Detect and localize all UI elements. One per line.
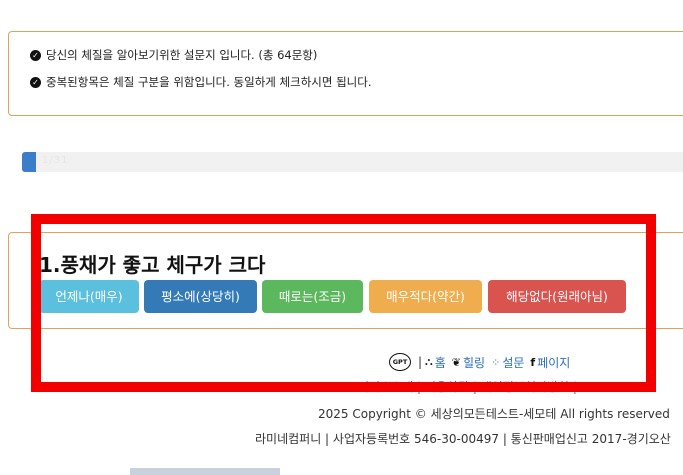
nav-link-survey[interactable]: 설문: [502, 354, 524, 371]
sitemap-icon: ⛬: [425, 355, 433, 368]
nav-link-page[interactable]: 페이지: [537, 354, 570, 371]
progress-fill: [22, 152, 36, 172]
company-info: 라미네컴퍼니 | 사업자등록번호 546-30-00497 | 통신판매업신고 …: [255, 432, 671, 446]
nav-separator: |: [418, 355, 423, 369]
gpt-icon[interactable]: GPT: [389, 353, 411, 371]
nav-link-healing[interactable]: 힐링: [463, 354, 485, 371]
copyright-text: 2025 Copyright © 세상의모든테스트-세모테 All rights…: [318, 407, 670, 421]
answer-button-rarely[interactable]: 매우적다(약간): [369, 280, 482, 313]
answer-button-never[interactable]: 해당없다(원래아님): [488, 280, 626, 313]
answer-label: 매우적다(약간): [386, 289, 465, 304]
notice-text-2: 중복된항목은 체질 구분을 위함입니다. 동일하게 체크하시면 됩니다.: [46, 75, 372, 89]
notice-line-2: ✓ 중복된항목은 체질 구분을 위함입니다. 동일하게 체크하시면 됩니다.: [30, 74, 371, 90]
answer-button-always[interactable]: 언제나(매우): [39, 280, 139, 313]
answer-label: 해당없다(원래아님): [506, 289, 608, 304]
footer-links[interactable]: 서비스소개 | 이용약관 | 개인정보처리방침 | GDPR: [358, 378, 615, 395]
progress-bar: 1/31: [22, 152, 683, 172]
facebook-icon: f: [530, 355, 536, 369]
notice-line-1: ✓ 당신의 체질을 알아보기위한 설문지 입니다. (총 64문항): [30, 47, 317, 63]
nav-link-home[interactable]: 홈: [435, 354, 446, 371]
notice-text-1: 당신의 체질을 알아보기위한 설문지 입니다. (총 64문항): [46, 48, 318, 62]
answer-label: 평소에(상당히): [161, 289, 240, 304]
answer-label: 때로는(조금): [278, 289, 347, 304]
leaf-icon: ❦: [451, 355, 462, 369]
bottom-image-strip: [130, 468, 280, 475]
spinner-icon: ⁘: [491, 355, 501, 369]
question-title: 1.풍채가 좋고 체구가 크다: [39, 253, 266, 277]
answer-button-usually[interactable]: 평소에(상당히): [144, 280, 257, 313]
progress-text: 1/31: [42, 155, 69, 166]
answer-label: 언제나(매우): [55, 289, 123, 304]
answer-button-sometimes[interactable]: 때로는(조금): [262, 280, 363, 313]
check-circle-icon: ✓: [30, 49, 41, 61]
nav-row: GPT | ⛬ 홈 ❦ 힐링 ⁘ 설문 f 페이지: [389, 353, 576, 371]
check-circle-icon: ✓: [30, 76, 41, 88]
